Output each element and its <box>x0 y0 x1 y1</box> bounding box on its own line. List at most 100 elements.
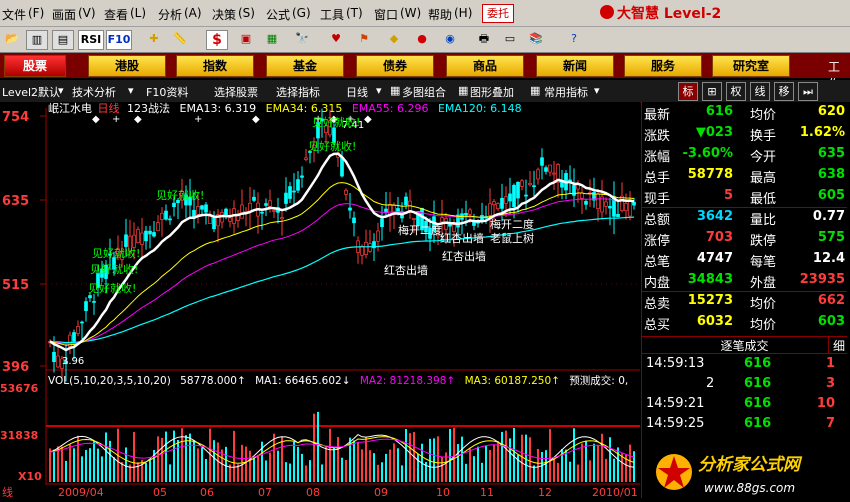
x-tick-3: 07 <box>258 486 272 498</box>
vol-tick-53676: 53676 <box>0 382 39 395</box>
kline-chart[interactable]: 754 635 515 396 53676 31838 X10 岷江水电 日线 … <box>0 102 640 498</box>
menu-bar: 文件 (F) 画面 (V) 查看 (L) 分析 (A) 决策 (S) 公式 (G) 工具 (T… <box>0 0 850 27</box>
bar-icon[interactable]: ▤ <box>52 30 74 50</box>
tech-analysis-button[interactable]: 技术分析 <box>72 84 116 100</box>
vol-value: 58778.000↑ <box>180 375 246 387</box>
menu-tools[interactable]: 工具 <box>320 6 344 23</box>
x-tick-4: 08 <box>306 486 320 498</box>
next-button[interactable]: ⏭ <box>798 82 818 101</box>
rsi-button[interactable]: RSI <box>78 30 104 50</box>
tab-index[interactable]: 指数 <box>176 55 254 77</box>
multi-chart-button[interactable]: 多图组合 <box>402 84 446 100</box>
site-watermark: 分析家公式网 www.88gs.com <box>656 454 803 495</box>
annotation-6: 见好就收! <box>312 115 360 129</box>
trade-time: 14:59:13 <box>646 356 705 371</box>
print-icon[interactable]: 🖶 <box>474 30 494 48</box>
quote-value: 12.4 <box>812 251 845 266</box>
menu-file[interactable]: 文件 <box>2 6 26 23</box>
crosshair-icon[interactable]: ✚ <box>144 30 164 48</box>
grid-button[interactable]: ⊞ <box>702 82 722 101</box>
y-tick-396: 396 <box>2 360 29 375</box>
tab-research[interactable]: 研究室 <box>712 55 790 77</box>
vol-title: VOL(5,10,20,3,5,10,20) 58778.000↑ MA1: 6… <box>48 374 628 387</box>
overlay-button[interactable]: 图形叠加 <box>470 84 514 100</box>
line-button[interactable]: 线 <box>750 82 770 101</box>
quote-value: 616 <box>705 104 733 119</box>
menu-analysis[interactable]: 分析 <box>158 6 182 23</box>
layout-select[interactable]: Level2默认 <box>2 84 60 100</box>
quote-label: 跌停 <box>750 234 777 249</box>
dollar-icon[interactable]: $ <box>206 30 228 50</box>
x-tick-6: 10 <box>436 486 450 498</box>
quote-label: 总手 <box>644 171 671 186</box>
quote-label: 现手 <box>644 192 671 207</box>
globe-icon[interactable]: ◉ <box>440 30 460 48</box>
x-tick-7: 11 <box>480 486 494 498</box>
menu-formula[interactable]: 公式 <box>266 6 290 23</box>
svg-text:◆: ◆ <box>92 114 100 125</box>
trade-volume: 1 <box>825 356 835 371</box>
tab-hk[interactable]: 港股 <box>88 55 166 77</box>
tab-stocks[interactable]: 股票 <box>4 55 66 77</box>
tab-commodity[interactable]: 商品 <box>446 55 524 77</box>
menu-help[interactable]: 帮助 <box>428 6 452 23</box>
help-icon[interactable]: ? <box>564 30 584 48</box>
tab-service[interactable]: 服务 <box>624 55 702 77</box>
f10-link[interactable]: F10资料 <box>146 84 188 100</box>
trade-price: 616 <box>744 396 772 411</box>
quote-row: 涨跌 ▼023 换手 1.62% <box>642 125 847 144</box>
menu-decision[interactable]: 决策 <box>212 6 236 23</box>
annotation-8: 红杏出墙 <box>442 249 486 263</box>
tab-fund[interactable]: 基金 <box>266 55 344 77</box>
trade-time: 2 <box>706 376 715 391</box>
x-tick-9: 2010/01 <box>592 486 638 498</box>
book-icon[interactable]: 📚 <box>526 30 546 48</box>
kline-icon[interactable]: ▥ <box>26 30 48 50</box>
menu-window[interactable]: 窗口 <box>374 6 398 23</box>
mark-button[interactable]: 标 <box>678 82 698 101</box>
flag-icon[interactable]: ⚑ <box>354 30 374 48</box>
quote-value: 23935 <box>799 272 845 287</box>
svg-text:+: + <box>194 114 202 125</box>
diamond-icon[interactable]: ◆ <box>384 30 404 48</box>
tab-bar: 股票 港股 指数 基金 债券 商品 新闻 服务 研究室 工作 <box>0 53 850 91</box>
common-indicator-button[interactable]: 常用指标 <box>544 84 588 100</box>
f10-button[interactable]: F10 <box>106 30 132 50</box>
multi-chart-icon[interactable]: ▦ <box>390 84 400 97</box>
period-select[interactable]: 日线 <box>346 84 368 100</box>
rights-button[interactable]: 权 <box>726 82 746 101</box>
detail-button[interactable]: 细 <box>827 337 845 354</box>
ema13-label: EMA13: 6.319 <box>180 102 257 115</box>
quote-label: 涨幅 <box>644 150 671 165</box>
quote-row: 现手 5 最低 605 <box>642 188 847 207</box>
quote-label: 总额 <box>644 213 671 228</box>
heart-icon[interactable]: ♥ <box>326 30 346 48</box>
select-stock-button[interactable]: 选择股票 <box>214 84 258 100</box>
select-indicator-button[interactable]: 选择指标 <box>276 84 320 100</box>
circle-icon[interactable]: ● <box>412 30 432 48</box>
move-button[interactable]: 移 <box>774 82 794 101</box>
vol-params: VOL(5,10,20,3,5,10,20) <box>48 375 171 387</box>
overlay-icon[interactable]: ▦ <box>458 84 468 97</box>
trade-volume: 10 <box>816 396 835 411</box>
watermark-title: 分析家公式网 <box>698 455 803 475</box>
ruler-icon[interactable]: 📏 <box>170 30 190 48</box>
window-icon[interactable]: ▭ <box>500 30 520 48</box>
menu-look[interactable]: 查看 <box>104 6 128 23</box>
quote-label: 均价 <box>750 297 777 312</box>
annotation-7: 红杏出墙 <box>384 263 428 277</box>
quote-value: 605 <box>817 188 845 203</box>
binoculars-icon[interactable]: 🔭 <box>292 30 312 48</box>
x-tick-5: 09 <box>374 486 388 498</box>
menu-view[interactable]: 画面 <box>52 6 76 23</box>
annotation-1: 见好就收! <box>156 188 204 202</box>
chart-icon[interactable]: ▣ <box>236 30 256 48</box>
common-indicator-icon[interactable]: ▦ <box>530 84 540 97</box>
tab-bond[interactable]: 债券 <box>356 55 434 77</box>
quote-label: 内盘 <box>644 276 671 291</box>
table-icon[interactable]: ▦ <box>262 30 282 48</box>
trade-button[interactable]: 委托 <box>482 4 514 23</box>
folder-icon[interactable]: 📂 <box>2 30 22 48</box>
tab-news[interactable]: 新闻 <box>536 55 614 77</box>
quote-row: 总手 58778 最高 638 <box>642 167 847 186</box>
